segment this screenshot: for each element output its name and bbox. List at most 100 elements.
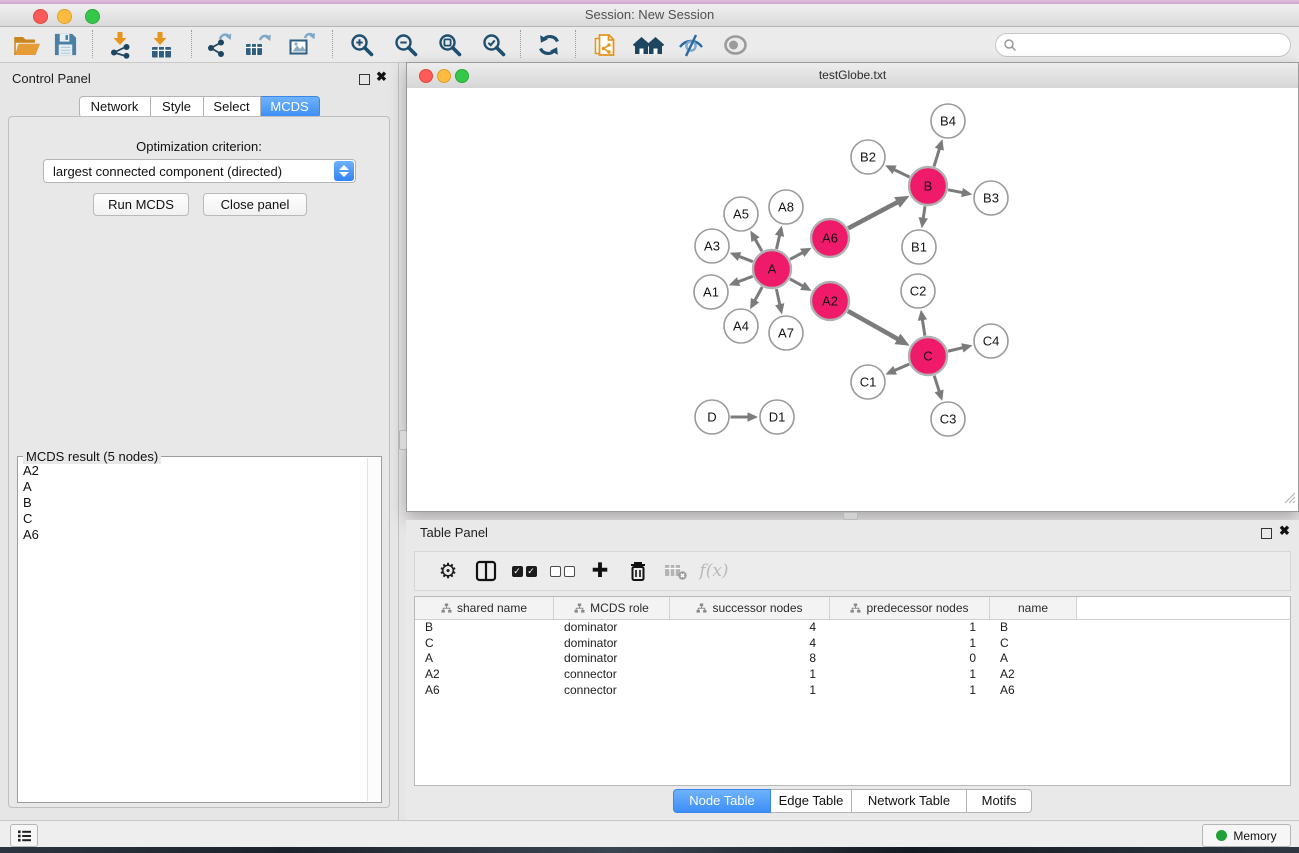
- search-input[interactable]: [1021, 37, 1290, 53]
- graph-edge-A-A7[interactable]: [775, 289, 784, 314]
- mcds-result-item[interactable]: A2: [18, 463, 367, 479]
- graph-node-B3[interactable]: B3: [974, 181, 1008, 215]
- column-header-predecessor-nodes[interactable]: predecessor nodes: [830, 597, 990, 619]
- resize-grip-icon[interactable]: [1283, 491, 1296, 509]
- horizontal-divider-grip[interactable]: [843, 512, 858, 520]
- tab-style[interactable]: Style: [151, 96, 204, 118]
- graph-node-A6[interactable]: A6: [811, 219, 849, 257]
- mcds-result-item[interactable]: C: [18, 511, 367, 527]
- graph-edge-A-A3[interactable]: [730, 252, 753, 262]
- graph-node-A[interactable]: A: [753, 250, 791, 288]
- float-table-panel-icon[interactable]: [1261, 528, 1272, 539]
- graph-node-D[interactable]: D: [695, 400, 729, 434]
- graph-edge-D-D1[interactable]: [731, 412, 759, 422]
- tab-network-table[interactable]: Network Table: [852, 789, 967, 813]
- show-task-history-button[interactable]: [10, 824, 38, 847]
- zoom-fit-icon[interactable]: [432, 29, 468, 60]
- import-table-icon[interactable]: [143, 29, 179, 60]
- export-network-icon[interactable]: [201, 29, 237, 60]
- graph-node-D1[interactable]: D1: [760, 400, 794, 434]
- tab-motifs[interactable]: Motifs: [967, 789, 1032, 813]
- graph-edge-B-B1[interactable]: [919, 206, 928, 228]
- run-mcds-button[interactable]: Run MCDS: [93, 193, 189, 216]
- table-row[interactable]: Bdominator41B: [415, 620, 1290, 636]
- graph-node-A2[interactable]: A2: [811, 282, 849, 320]
- column-header-shared-name[interactable]: shared name: [415, 597, 554, 619]
- graph-node-C1[interactable]: C1: [851, 365, 885, 399]
- network-canvas[interactable]: B4 B2 B B3 A8 A5 A6 A3 B1 A A1 C2 A2 A4 A7 C4 C C1 C3 D D1: [407, 88, 1298, 511]
- graph-edge-B-B2[interactable]: [885, 165, 909, 177]
- graph-edge-C-C2[interactable]: [918, 310, 927, 336]
- float-panel-icon[interactable]: [359, 74, 370, 85]
- zoom-in-icon[interactable]: [344, 29, 380, 60]
- graph-edge-A6-B[interactable]: [848, 196, 909, 229]
- show-gravity-eye-icon[interactable]: [717, 29, 753, 60]
- graph-edge-C-C3[interactable]: [934, 376, 943, 401]
- export-image-icon[interactable]: [284, 29, 320, 60]
- graph-edge-C-C1[interactable]: [885, 364, 909, 374]
- graph-edge-A-A4[interactable]: [750, 287, 762, 309]
- graph-edge-A-A1[interactable]: [729, 276, 753, 286]
- graph-node-A3[interactable]: A3: [695, 229, 729, 263]
- graph-edge-A-A5[interactable]: [750, 231, 762, 252]
- graph-edge-B-B4[interactable]: [934, 139, 944, 166]
- optimization-criterion-dropdown[interactable]: largest connected component (directed): [43, 159, 356, 183]
- close-panel-icon[interactable]: ✖: [376, 69, 387, 85]
- export-table-icon[interactable]: [240, 29, 276, 60]
- hide-gravity-eye-slash-icon[interactable]: [673, 29, 709, 60]
- table-row[interactable]: Adominator80A: [415, 651, 1290, 667]
- column-header-successor-nodes[interactable]: successor nodes: [670, 597, 830, 619]
- tab-mcds[interactable]: MCDS: [261, 96, 320, 118]
- graph-node-B[interactable]: B: [909, 167, 947, 205]
- close-panel-button[interactable]: Close panel: [203, 193, 307, 216]
- search-field[interactable]: [995, 33, 1291, 57]
- graph-edge-A-A6[interactable]: [790, 248, 811, 259]
- graph-node-A1[interactable]: A1: [694, 275, 728, 309]
- delete-column-trash-icon[interactable]: [619, 555, 657, 587]
- open-session-icon[interactable]: [9, 29, 45, 60]
- show-columns-icon[interactable]: [467, 555, 505, 587]
- select-all-icon[interactable]: ✓✓: [505, 555, 543, 587]
- graph-edge-A-A8[interactable]: [775, 226, 784, 249]
- graph-node-B4[interactable]: B4: [931, 104, 965, 138]
- table-row[interactable]: A6connector11A6: [415, 683, 1290, 699]
- save-session-icon[interactable]: [47, 29, 83, 60]
- import-network-icon[interactable]: [103, 29, 139, 60]
- graph-node-C2[interactable]: C2: [901, 274, 935, 308]
- tab-select[interactable]: Select: [204, 96, 261, 118]
- graph-edge-A-A2[interactable]: [790, 279, 812, 291]
- deselect-all-icon[interactable]: [543, 555, 581, 587]
- graph-node-C3[interactable]: C3: [931, 402, 965, 436]
- mcds-result-item[interactable]: B: [18, 495, 367, 511]
- function-builder-icon[interactable]: f(x): [695, 555, 733, 587]
- tab-node-table[interactable]: Node Table: [673, 789, 771, 813]
- graph-node-A7[interactable]: A7: [769, 316, 803, 350]
- graph-edge-C-C4[interactable]: [948, 343, 973, 352]
- create-column-icon[interactable]: ✚: [581, 555, 619, 587]
- table-row[interactable]: A2connector11A2: [415, 667, 1290, 683]
- graph-edge-A2-C[interactable]: [848, 311, 910, 346]
- graph-edge-B-B3[interactable]: [948, 188, 972, 197]
- delete-table-icon[interactable]: [657, 555, 695, 587]
- tab-network[interactable]: Network: [79, 96, 151, 118]
- graph-node-A5[interactable]: A5: [724, 197, 758, 231]
- zoom-out-icon[interactable]: [388, 29, 424, 60]
- mcds-result-item[interactable]: A6: [18, 527, 367, 543]
- graph-node-C4[interactable]: C4: [974, 324, 1008, 358]
- zoom-selected-icon[interactable]: [476, 29, 512, 60]
- column-header-mcds-role[interactable]: MCDS role: [554, 597, 670, 619]
- graph-node-A4[interactable]: A4: [724, 309, 758, 343]
- close-table-panel-icon[interactable]: ✖: [1279, 523, 1290, 539]
- memory-status-button[interactable]: Memory: [1202, 824, 1291, 847]
- home-icon[interactable]: [630, 29, 666, 60]
- mcds-result-item[interactable]: A: [18, 479, 367, 495]
- graph-node-C[interactable]: C: [909, 337, 947, 375]
- graph-node-A8[interactable]: A8: [769, 190, 803, 224]
- tab-edge-table[interactable]: Edge Table: [771, 789, 852, 813]
- panel-divider-grip[interactable]: [399, 430, 407, 450]
- clone-network-icon[interactable]: [586, 29, 622, 60]
- result-list-scrollbar[interactable]: [367, 458, 380, 801]
- graph-node-B1[interactable]: B1: [902, 230, 936, 264]
- graph-node-B2[interactable]: B2: [851, 140, 885, 174]
- table-options-gear-icon[interactable]: ⚙: [429, 555, 467, 587]
